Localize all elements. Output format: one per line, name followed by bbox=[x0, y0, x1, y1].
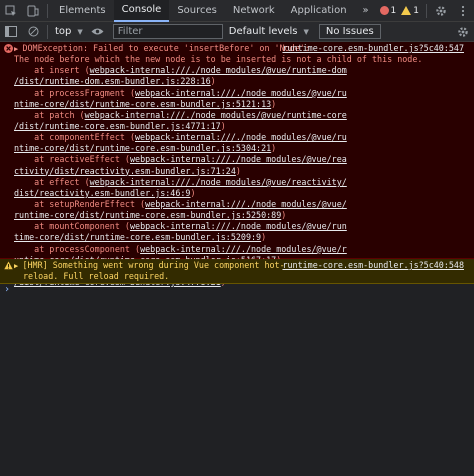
warning-icon bbox=[4, 261, 13, 273]
stack-frame-line: ntime-core/dist/runtime-core.esm-bundler… bbox=[14, 143, 470, 154]
tab-elements[interactable]: Elements bbox=[51, 0, 114, 22]
tab-sources[interactable]: Sources bbox=[169, 0, 225, 22]
issues-button[interactable]: No Issues bbox=[318, 24, 381, 39]
clear-console-icon[interactable] bbox=[22, 21, 44, 43]
stack-frame-suffix: ) bbox=[261, 232, 267, 243]
stack-frame-function: at patch ( bbox=[14, 109, 85, 120]
stack-frame-suffix: ) bbox=[220, 120, 226, 131]
more-tabs-button[interactable]: » bbox=[355, 0, 377, 22]
stack-frame-suffix: ) bbox=[271, 98, 277, 109]
gear-icon[interactable] bbox=[452, 21, 474, 43]
stack-frame-line: dist/reactivity.esm-bundler.js:46:9) bbox=[14, 188, 470, 199]
devtools-tabbar: Elements Console Sources Network Applica… bbox=[0, 0, 474, 22]
stack-frame-suffix: ) bbox=[210, 76, 216, 87]
kebab-menu-icon[interactable] bbox=[452, 0, 474, 22]
inspect-icon[interactable] bbox=[0, 0, 22, 22]
stack-frame-function: at insert ( bbox=[14, 65, 90, 76]
stack-trace: at insert (webpack-internal:///./node_mo… bbox=[14, 65, 470, 288]
stack-frame-link[interactable]: webpack-internal:///./node_modules/@vue/… bbox=[135, 132, 347, 142]
stack-frame-link[interactable]: webpack-internal:///./node_modules/@vue/… bbox=[130, 154, 347, 164]
stack-frame-link[interactable]: webpack-internal:///./node_modules/@vue/… bbox=[90, 177, 347, 187]
filter-input[interactable]: Filter bbox=[112, 24, 223, 39]
warning-count-icon bbox=[401, 6, 412, 15]
divider bbox=[47, 3, 48, 18]
stack-frame-link[interactable]: /dist/runtime-core.esm-bundler.js:4771:1… bbox=[14, 121, 221, 131]
stack-frame-line: at processComponent (webpack-internal://… bbox=[14, 244, 470, 255]
error-detail: The node before which the new node is to… bbox=[14, 54, 423, 65]
stack-frame-line: at mountComponent (webpack-internal:///.… bbox=[14, 221, 470, 232]
stack-frame-function: at effect ( bbox=[14, 176, 90, 187]
error-icon bbox=[4, 44, 13, 56]
stack-frame-line: at componentEffect (webpack-internal:///… bbox=[14, 132, 470, 143]
stack-frame-line: at reactiveEffect (webpack-internal:///.… bbox=[14, 154, 470, 165]
stack-frame-link[interactable]: runtime-core/dist/runtime-core.esm-bundl… bbox=[14, 210, 281, 220]
stack-frame-link[interactable]: webpack-internal:///./node_modules/@vue/ bbox=[145, 199, 347, 209]
stack-frame-link[interactable]: time-core/dist/runtime-core.esm-bundler.… bbox=[14, 232, 261, 242]
stack-frame-line: at patch (webpack-internal:///./node_mod… bbox=[14, 110, 470, 121]
sidebar-toggle-icon[interactable] bbox=[0, 21, 22, 43]
error-source-link[interactable]: runtime-core.esm-bundler.js?5c40:547 bbox=[282, 43, 464, 54]
stack-frame-line: at effect (webpack-internal:///./node_mo… bbox=[14, 177, 470, 188]
warning-body: ▶ [HMR] Something went wrong during Vue … bbox=[14, 260, 470, 282]
stack-frame-suffix: ) bbox=[190, 187, 196, 198]
stack-frame-function: at mountComponent ( bbox=[14, 221, 130, 232]
stack-frame-line: time-core/dist/runtime-core.esm-bundler.… bbox=[14, 232, 470, 243]
context-selector[interactable]: top ▼ bbox=[51, 26, 87, 37]
stack-frame-link[interactable]: ntime-core/dist/runtime-core.esm-bundler… bbox=[14, 143, 271, 153]
stack-frame-line: /dist/runtime-core.esm-bundler.js:4771:1… bbox=[14, 121, 470, 132]
stack-frame-link[interactable]: dist/reactivity.esm-bundler.js:46:9 bbox=[14, 188, 190, 198]
device-toggle-icon[interactable] bbox=[22, 0, 44, 22]
stack-frame-suffix: ) bbox=[271, 143, 277, 154]
eye-icon[interactable] bbox=[87, 21, 109, 43]
console-prompt[interactable]: › bbox=[4, 284, 10, 295]
error-title: DOMException: Failed to execute 'insertB… bbox=[22, 43, 310, 53]
stack-frame-link[interactable]: webpack-internal:///./node_modules/@vue/… bbox=[90, 65, 347, 75]
stack-frame-function: at processComponent ( bbox=[14, 243, 141, 254]
gear-icon[interactable] bbox=[430, 0, 452, 22]
tab-network[interactable]: Network bbox=[225, 0, 283, 22]
console-toolbar: top ▼ Filter Default levels ▼ No Issues bbox=[0, 22, 474, 42]
stack-frame-link[interactable]: ntime-core/dist/runtime-core.esm-bundler… bbox=[14, 99, 271, 109]
divider bbox=[47, 24, 48, 39]
error-message: ▶ DOMException: Failed to execute 'inser… bbox=[0, 42, 474, 287]
stack-frame-link[interactable]: /dist/runtime-dom.esm-bundler.js:228:16 bbox=[14, 76, 211, 86]
error-body: ▶ DOMException: Failed to execute 'inser… bbox=[14, 43, 470, 288]
stack-frame-line: runtime-core/dist/runtime-core.esm-bundl… bbox=[14, 210, 470, 221]
chevron-down-icon: ▼ bbox=[303, 27, 309, 36]
stack-frame-link[interactable]: webpack-internal:///./node_modules/@vue/… bbox=[130, 221, 347, 231]
stack-frame-line: at insert (webpack-internal:///./node_mo… bbox=[14, 65, 470, 76]
tab-application[interactable]: Application bbox=[283, 0, 355, 22]
stack-frame-function: at processFragment ( bbox=[14, 87, 136, 98]
issue-counts[interactable]: 1 1 bbox=[379, 5, 419, 16]
context-label: top bbox=[55, 26, 72, 37]
error-count-icon bbox=[379, 6, 389, 15]
stack-frame-function: at componentEffect ( bbox=[14, 132, 136, 143]
warning-title: [HMR] Something went wrong during Vue co… bbox=[22, 260, 285, 270]
stack-frame-link[interactable]: ctivity/dist/reactivity.esm-bundler.js:7… bbox=[14, 166, 236, 176]
stack-frame-link[interactable]: webpack-internal:///./node_modules/@vue/… bbox=[85, 110, 347, 120]
stack-frame-line: ctivity/dist/reactivity.esm-bundler.js:7… bbox=[14, 166, 470, 177]
stack-frame-function: at setupRenderEffect ( bbox=[14, 198, 146, 209]
stack-frame-link[interactable]: webpack-internal:///./node_modules/@vue/… bbox=[140, 244, 347, 254]
error-count: 1 bbox=[390, 5, 397, 16]
stack-frame-line: at setupRenderEffect (webpack-internal:/… bbox=[14, 199, 470, 210]
log-levels-dropdown[interactable]: Default levels ▼ bbox=[229, 26, 309, 37]
warning-detail: reload. Full reload required. bbox=[23, 271, 170, 282]
warning-message: ▶ [HMR] Something went wrong during Vue … bbox=[0, 259, 474, 284]
warning-count: 1 bbox=[413, 5, 419, 16]
stack-frame-line: /dist/runtime-dom.esm-bundler.js:228:16) bbox=[14, 76, 470, 87]
stack-frame-function: at reactiveEffect ( bbox=[14, 154, 130, 165]
stack-frame-line: ntime-core/dist/runtime-core.esm-bundler… bbox=[14, 99, 470, 110]
stack-frame-suffix: ) bbox=[281, 210, 287, 221]
stack-frame-suffix: ) bbox=[235, 165, 241, 176]
divider bbox=[426, 3, 427, 18]
stack-frame-link[interactable]: webpack-internal:///./node_modules/@vue/… bbox=[135, 88, 347, 98]
chevron-down-icon: ▼ bbox=[77, 27, 83, 36]
tab-console[interactable]: Console bbox=[113, 0, 170, 22]
stack-frame-line: at processFragment (webpack-internal:///… bbox=[14, 88, 470, 99]
warning-source-link[interactable]: runtime-core.esm-bundler.js?5c40:548 bbox=[282, 260, 464, 271]
log-levels-label: Default levels bbox=[228, 26, 298, 37]
